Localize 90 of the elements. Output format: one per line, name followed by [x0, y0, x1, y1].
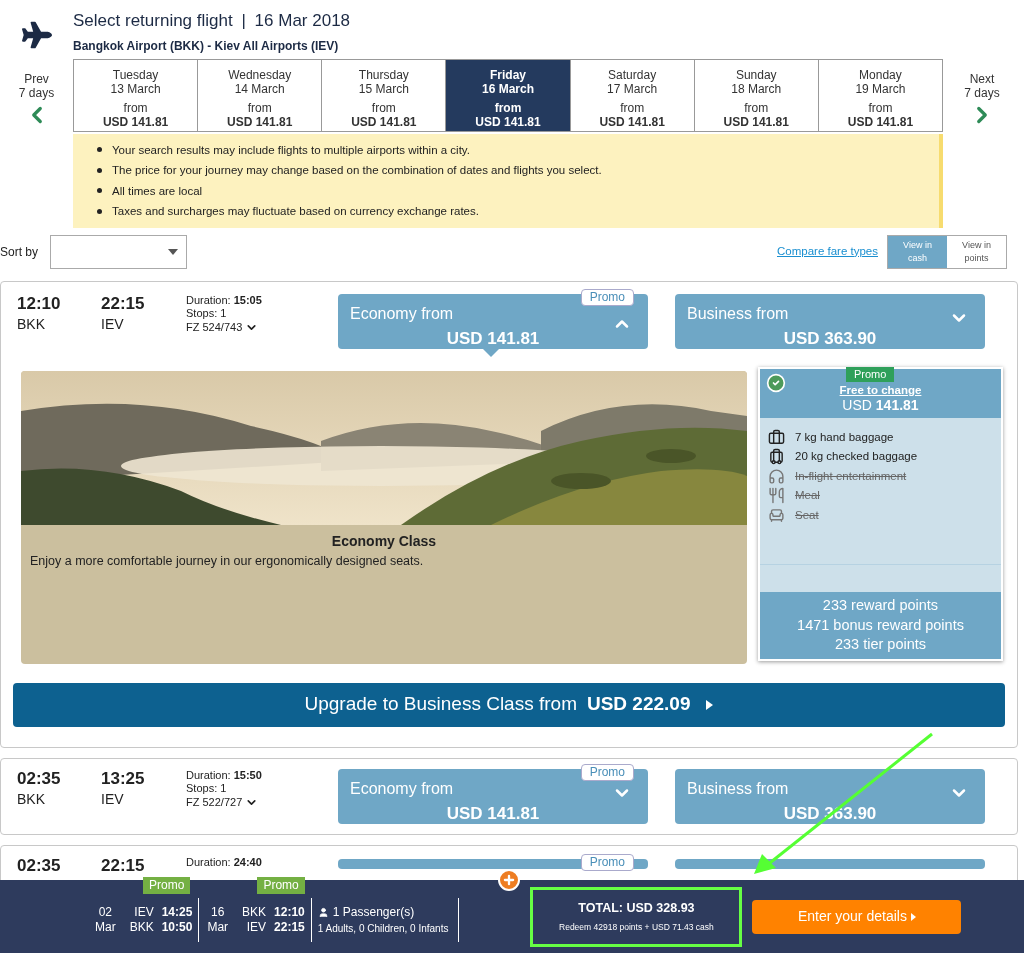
redeem-text: Redeem 42918 points + USD 71.43 cash — [559, 921, 714, 934]
departure-airport: BKK — [17, 789, 46, 809]
feature-text: In-flight entertainment — [795, 468, 907, 484]
bullet-icon — [97, 147, 102, 153]
notice-text: Taxes and surcharges may fluctuate based on currency exchange rates. — [112, 204, 479, 219]
departure-time: 12:10 — [17, 293, 62, 314]
promo-badge: Promo — [846, 366, 895, 382]
promo-badge: Promo — [257, 876, 305, 894]
duration-text: Duration: 15:05 — [186, 293, 262, 307]
notice-text: Your search results may include flights to multiple airports within a city. — [112, 142, 470, 158]
feature-text: 7 kg hand baggage — [795, 429, 894, 445]
leg-departure: 14:25 — [161, 904, 193, 920]
total-price: TOTAL: USD 328.93 — [578, 900, 695, 918]
person-icon — [317, 906, 329, 918]
fare-label: Economy from — [350, 303, 454, 324]
feature-text: Meal — [795, 488, 820, 504]
departure-airport: BKK — [17, 314, 46, 334]
promo-badge: Promo — [580, 288, 634, 306]
leg-departure: 12:10 — [274, 904, 305, 920]
fare-card[interactable]: Promo Free to change USD 141.81 7 kg hand baggage 20 kg checked baggage In-flight entertainment Meal Seat 233 reward points 1471 bonus reward points 233 tier points — [758, 366, 1003, 661]
promo-badge: Promo — [580, 853, 634, 871]
class-title: Economy Class — [330, 531, 438, 551]
points-text: 1471 bonus reward points — [796, 615, 965, 635]
stops-text: Stops: 1 — [186, 307, 228, 321]
cutlery-icon — [768, 487, 785, 505]
arrival-airport: IEV — [101, 314, 125, 334]
departure-time: 02:35 — [17, 768, 62, 789]
departure-time: 02:35 — [17, 855, 62, 876]
fare-label: Business from — [687, 778, 789, 799]
duration-text: Duration: 15:50 — [186, 768, 262, 782]
caret-icon — [910, 912, 916, 921]
leg-day: 16 — [207, 904, 229, 920]
fare-option-button[interactable] — [675, 858, 985, 869]
arrival-time: 22:15 — [101, 293, 146, 314]
leg-destination: IEV — [245, 919, 267, 935]
headphones-icon — [768, 467, 785, 485]
flight-number-toggle[interactable]: FZ 522/727 — [186, 795, 262, 809]
page-title: Select returning flight | 16 Mar 2018 — [73, 10, 351, 32]
leg-destination: BKK — [129, 919, 154, 935]
passenger-count: 1 Passenger(s) — [332, 904, 415, 921]
upgrade-button[interactable]: Upgrade to Business Class from USD 222.09 — [13, 682, 1005, 727]
bullet-icon — [97, 188, 102, 194]
prev-week-button[interactable]: Prev 7 days — [0, 58, 73, 132]
fare-price: USD 363.90 — [782, 327, 878, 350]
fare-label: Business from — [687, 303, 789, 324]
caret-icon — [706, 699, 714, 710]
promo-badge: Promo — [143, 876, 191, 894]
duration-text: Duration: 24:40 — [186, 855, 262, 869]
date-tab[interactable]: Friday 16 March from USD 141.81 — [445, 59, 570, 131]
leg-month: Mar — [207, 919, 229, 935]
class-description: Enjoy a more comfortable journey in our ergonomically designed seats. — [29, 552, 425, 570]
plane-icon — [21, 20, 52, 50]
fare-price: USD 141.81 — [445, 327, 541, 350]
briefcase-icon — [768, 428, 785, 446]
dropdown-caret-icon — [168, 248, 178, 255]
route-text: Bangkok Airport (BKK) - Kiev All Airports (IEV) — [73, 37, 340, 55]
flight-number-toggle[interactable]: FZ 524/743 — [186, 320, 262, 334]
leg-arrival: 10:50 — [161, 919, 193, 935]
add-button[interactable] — [498, 869, 520, 891]
plus-icon — [502, 873, 516, 887]
feature-text: 20 kg checked baggage — [795, 449, 918, 465]
leg-day: 02 — [95, 904, 116, 920]
arrival-time: 22:15 — [101, 855, 146, 876]
leg-origin: IEV — [133, 904, 154, 920]
leg-arrival: 22:15 — [274, 919, 305, 935]
arrival-airport: IEV — [101, 789, 125, 809]
notice-text: The price for your journey may change based on the combination of dates and flights you select. — [112, 163, 602, 178]
leg-month: Mar — [95, 919, 116, 935]
compare-link[interactable]: Compare fare types — [777, 242, 878, 261]
fare-price: USD 141.81 — [445, 802, 541, 825]
notice-text: All times are local — [112, 183, 203, 199]
bullet-icon — [97, 167, 102, 173]
promo-badge: Promo — [580, 763, 634, 781]
fare-amount: USD 141.81 — [841, 396, 920, 413]
suitcase-icon — [768, 448, 785, 466]
fare-label: Economy from — [350, 778, 454, 799]
next-week-button[interactable]: Next 7 days — [943, 58, 1021, 132]
passenger-detail: 1 Adults, 0 Children, 0 Infants — [317, 922, 449, 936]
points-text: 233 tier points — [833, 635, 928, 654]
bullet-icon — [97, 208, 102, 214]
leg-origin: BKK — [242, 904, 267, 920]
pointer-arrow — [483, 348, 499, 357]
feature-text: Seat — [795, 507, 819, 523]
arrival-time: 13:25 — [101, 768, 146, 789]
points-text: 233 reward points — [821, 596, 940, 615]
sort-label: Sort by — [0, 243, 39, 261]
seat-icon — [768, 506, 785, 524]
stops-text: Stops: 1 — [186, 782, 228, 796]
sort-select[interactable] — [50, 234, 187, 269]
check-icon — [766, 372, 786, 393]
